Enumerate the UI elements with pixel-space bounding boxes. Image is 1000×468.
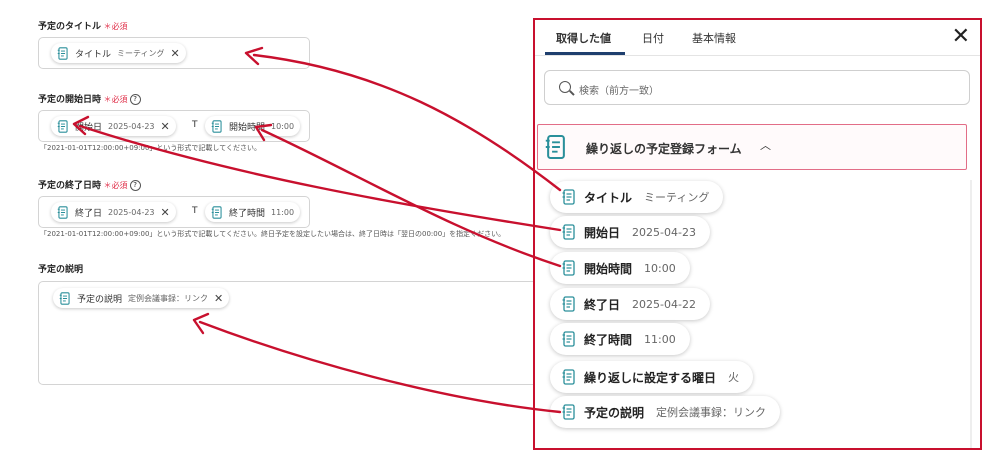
output-item-repeat-weekday[interactable]: 繰り返しに設定する曜日 火 [550,361,754,393]
variable-chip-start-date[interactable]: 開始日 2025-04-23 ✕ [51,116,176,136]
remove-chip-icon[interactable]: ✕ [161,121,170,132]
document-icon [562,296,576,312]
search-placeholder: 検索（前方一致） [579,86,659,97]
document-icon [57,120,69,133]
document-icon [562,260,576,276]
date-time-separator: T [192,206,198,216]
document-icon [562,404,576,420]
search-input[interactable]: 検索（前方一致） [544,70,970,105]
output-item-description[interactable]: 予定の説明 定例会議事録：リンク [550,396,781,428]
variable-chip-start-time[interactable]: 開始時間 10:00 [205,116,301,136]
required-mark: ＊必須 [101,95,128,104]
output-item-end-date[interactable]: 終了日 2025-04-22 [550,288,710,320]
output-item-start-time[interactable]: 開始時間 10:00 [550,252,690,284]
document-icon [562,224,576,240]
end-field-label: 予定の終了日時 ＊必須? [38,178,141,191]
help-icon[interactable]: ? [129,180,141,191]
title-field-label: 予定のタイトル ＊必須 [38,22,128,32]
tab-basic-info[interactable]: 基本情報 [692,30,736,46]
start-field-label: 予定の開始日時 ＊必須? [38,92,141,105]
output-item-start-date[interactable]: 開始日 2025-04-23 [550,216,710,248]
panel-scrollbar[interactable] [970,180,972,448]
document-icon [57,206,69,219]
document-icon [562,331,576,347]
help-icon[interactable]: ? [129,94,141,105]
description-field[interactable]: 予定の説明 定例会議事録：リンク ✕ [38,281,550,385]
output-group-title: 繰り返しの予定登録フォーム [586,142,742,156]
form-document-icon [545,134,567,160]
document-icon [59,292,71,305]
remove-chip-icon[interactable]: ✕ [161,207,170,218]
document-icon [57,47,69,60]
tab-fetched-values[interactable]: 取得した値 [556,30,611,46]
date-time-separator: T [192,120,198,130]
output-group-header[interactable]: 繰り返しの予定登録フォーム ︿ [537,124,967,170]
variable-chip-description[interactable]: 予定の説明 定例会議事録：リンク ✕ [53,288,230,308]
tab-date[interactable]: 日付 [642,30,664,46]
desc-field-label: 予定の説明 [38,265,84,275]
output-item-title[interactable]: タイトル ミーティング [550,181,724,213]
output-selector-panel: 取得した値 日付 基本情報 ✕ 検索（前方一致） 繰り返しの予定登録フォーム ︿… [533,18,982,450]
title-field[interactable]: タイトル ミーティング ✕ [38,37,310,69]
required-mark: ＊必須 [101,22,128,31]
variable-chip-title[interactable]: タイトル ミーティング ✕ [51,43,186,63]
output-item-end-time[interactable]: 終了時間 11:00 [550,323,690,355]
start-datetime-field[interactable]: 開始日 2025-04-23 ✕ T 開始時間 10:00 [38,110,310,142]
remove-chip-icon[interactable]: ✕ [214,293,223,304]
remove-chip-icon[interactable]: ✕ [171,48,180,59]
required-mark: ＊必須 [101,181,128,190]
start-field-hint: 「2021-01-01T12:00:00+09:00」という形式で記載してくださ… [40,144,262,152]
document-icon [211,120,223,133]
end-field-hint: 「2021-01-01T12:00:00+09:00」という形式で記載してくださ… [40,230,506,238]
document-icon [211,206,223,219]
end-datetime-field[interactable]: 終了日 2025-04-23 ✕ T 終了時間 11:00 [38,196,310,228]
tab-divider [535,55,980,56]
chevron-up-icon: ︿ [760,139,771,152]
variable-chip-end-date[interactable]: 終了日 2025-04-23 ✕ [51,202,176,222]
document-icon [562,189,576,205]
search-icon [559,81,571,93]
close-icon[interactable]: ✕ [952,26,970,48]
variable-chip-end-time[interactable]: 終了時間 11:00 [205,202,301,222]
document-icon [562,369,576,385]
